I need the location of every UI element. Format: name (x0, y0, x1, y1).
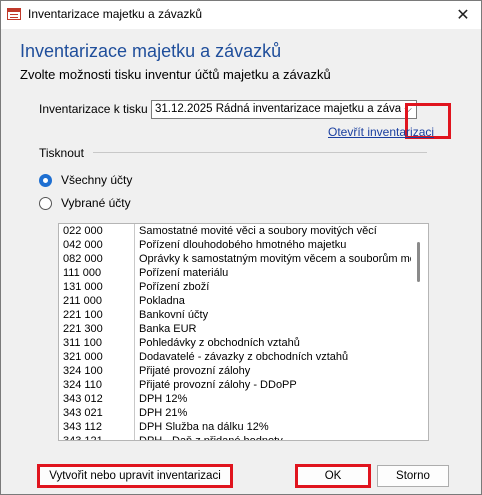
account-code: 311 100 (61, 336, 135, 350)
list-item[interactable]: 211 000 Pokladna (59, 294, 413, 308)
account-code: 221 300 (61, 322, 135, 336)
account-name: Pokladna (139, 295, 185, 307)
form-icon (7, 8, 21, 20)
account-code: 343 112 (61, 420, 135, 434)
account-name: Pořízení zboží (139, 281, 210, 293)
account-name: Přijaté provozní zálohy - DDoPP (139, 379, 297, 391)
page-title: Inventarizace majetku a závazků (20, 41, 282, 61)
all-accounts-label[interactable]: Všechny účty (61, 173, 132, 187)
account-name: DPH 12% (139, 393, 188, 405)
account-code: 343 012 (61, 392, 135, 406)
account-name: Samostatné movité věci a soubory movitýc… (139, 225, 377, 237)
account-code: 324 110 (61, 378, 135, 392)
account-name: Pořízení dlouhodobého hmotného majetku (139, 239, 347, 251)
close-button[interactable]: ✕ (449, 3, 477, 27)
chevron-down-icon[interactable]: ⌵ (400, 101, 416, 118)
account-name: DPH 21% (139, 407, 188, 419)
selected-accounts-label[interactable]: Vybrané účty (61, 196, 131, 210)
list-item[interactable]: 221 100 Bankovní účty (59, 308, 413, 322)
account-name: Dodavatelé - závazky z obchodních vztahů (139, 351, 349, 363)
cancel-button[interactable]: Storno (377, 465, 449, 487)
account-code: 082 000 (61, 252, 135, 266)
account-name: Pohledávky z obchodních vztahů (139, 337, 300, 349)
account-code: 343 121 (61, 434, 135, 440)
account-name: Oprávky k samostatným movitým věcem a so… (139, 253, 411, 265)
ok-button[interactable]: OK (297, 465, 369, 487)
account-name: Přijaté provozní zálohy (139, 365, 251, 377)
list-item[interactable]: 082 000 Oprávky k samostatným movitým věc… (59, 252, 413, 266)
list-item[interactable]: 022 000 Samostatné movité věci a soubory … (59, 224, 413, 238)
title-bar: Inventarizace majetku a závazků ✕ (1, 1, 481, 29)
accounts-list: 022 000 Samostatné movité věci a soubory … (59, 224, 413, 441)
inventory-label: Inventarizace k tisku (39, 102, 148, 116)
list-item[interactable]: 324 100 Přijaté provozní zálohy (59, 364, 413, 378)
list-item[interactable]: 042 000 Pořízení dlouhodobého hmotného ma… (59, 238, 413, 252)
list-item[interactable]: 324 110 Přijaté provozní zálohy - DDoPP (59, 378, 413, 392)
list-item[interactable]: 221 300 Banka EUR (59, 322, 413, 336)
window-title: Inventarizace majetku a závazků (28, 7, 203, 21)
scrollbar-thumb[interactable] (417, 242, 420, 282)
account-code: 324 100 (61, 364, 135, 378)
list-item[interactable]: 111 000 Pořízení materiálu (59, 266, 413, 280)
account-code: 022 000 (61, 224, 135, 238)
vertical-scrollbar[interactable] (412, 224, 428, 440)
account-name: DPH - Daň z přidané hodnoty (139, 435, 283, 441)
account-code: 111 000 (61, 266, 135, 280)
account-name: Bankovní účty (139, 309, 209, 321)
page-subtitle: Zvolte možnosti tisku inventur účtů maje… (20, 67, 331, 82)
create-edit-inventory-button[interactable]: Vytvořit nebo upravit inventarizaci (39, 465, 231, 487)
account-name: Pořízení materiálu (139, 267, 229, 279)
account-code: 343 021 (61, 406, 135, 420)
accounts-listbox[interactable]: 022 000 Samostatné movité věci a soubory … (58, 223, 429, 441)
selected-accounts-radio[interactable] (39, 197, 52, 210)
account-code: 042 000 (61, 238, 135, 252)
list-item[interactable]: 131 000 Pořízení zboží (59, 280, 413, 294)
list-item[interactable]: 321 000 Dodavatelé - závazky z obchodních… (59, 350, 413, 364)
list-item[interactable]: 343 121 DPH - Daň z přidané hodnoty (59, 434, 413, 441)
account-code: 221 100 (61, 308, 135, 322)
all-accounts-radio[interactable] (39, 174, 52, 187)
inventory-selected-value: 31.12.2025 Řádná inventarizace majetku a… (155, 103, 401, 115)
account-code: 321 000 (61, 350, 135, 364)
account-name: DPH Služba na dálku 12% (139, 421, 269, 433)
list-item[interactable]: 343 012 DPH 12% (59, 392, 413, 406)
open-inventory-link[interactable]: Otevřít inventarizaci (328, 125, 434, 139)
inventory-combobox[interactable]: 31.12.2025 Řádná inventarizace majetku a… (151, 100, 417, 119)
group-divider (93, 152, 427, 153)
account-code: 211 000 (61, 294, 135, 308)
account-name: Banka EUR (139, 323, 197, 335)
list-item[interactable]: 343 021 DPH 21% (59, 406, 413, 420)
dialog-window: Inventarizace majetku a závazků ✕ Invent… (0, 0, 482, 495)
list-item[interactable]: 343 112 DPH Služba na dálku 12% (59, 420, 413, 434)
print-group-label: Tisknout (39, 146, 84, 160)
account-code: 131 000 (61, 280, 135, 294)
list-item[interactable]: 311 100 Pohledávky z obchodních vztahů (59, 336, 413, 350)
